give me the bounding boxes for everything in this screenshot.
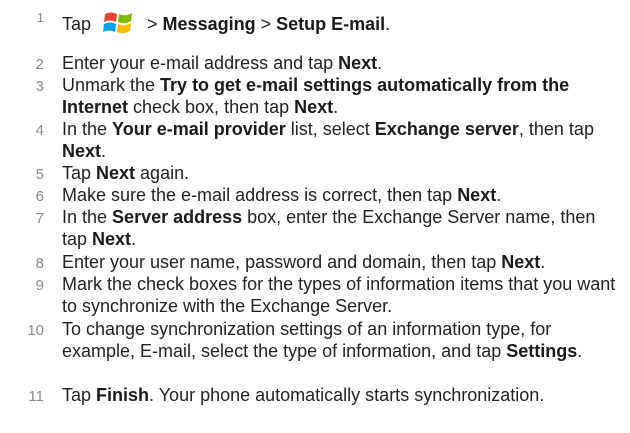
step-number: 11 bbox=[28, 388, 44, 405]
step-text-fragment: Tap bbox=[62, 163, 97, 183]
step-text: Make sure the e-mail address is correct,… bbox=[62, 184, 622, 206]
ui-term: Next bbox=[338, 53, 378, 73]
step-text-fragment: Enter your user name, password and domai… bbox=[62, 252, 502, 272]
step-text-fragment: . bbox=[577, 341, 583, 361]
step-text-fragment: . bbox=[377, 53, 383, 73]
ui-term: Server address bbox=[112, 207, 243, 227]
step-text-fragment: To change synchronization settings of an… bbox=[62, 319, 552, 361]
step-text: Enter your e-mail address and tap Next. bbox=[62, 52, 622, 74]
step-text: In the Server address box, enter the Exc… bbox=[62, 206, 622, 250]
ui-term: Next bbox=[294, 97, 334, 117]
step-text: Unmark the Try to get e-mail settings au… bbox=[62, 74, 622, 118]
ui-term: Exchange server bbox=[374, 119, 519, 139]
step-text-fragment: . bbox=[496, 185, 502, 205]
step-text-fragment: Enter your e-mail address and tap bbox=[62, 53, 339, 73]
ui-term: Next bbox=[96, 163, 136, 183]
step-text: In the Your e-mail provider list, select… bbox=[62, 118, 622, 162]
ui-term: Next bbox=[501, 252, 541, 272]
ui-term: Next bbox=[457, 185, 497, 205]
step-number: 3 bbox=[35, 78, 44, 95]
step-text-fragment: again. bbox=[135, 163, 190, 183]
step-text-fragment: . Your phone automatically starts synchr… bbox=[149, 385, 545, 405]
step-text-fragment: > bbox=[142, 14, 163, 34]
step-number: 8 bbox=[35, 255, 44, 272]
step-text-fragment: . bbox=[101, 141, 107, 161]
step-text: Tap > Messaging > Setup E-mail. bbox=[62, 10, 622, 36]
step-text-fragment: > bbox=[255, 14, 277, 34]
step-text-fragment: . bbox=[385, 14, 391, 34]
ui-term: Setup E-mail bbox=[276, 14, 386, 34]
step-text-fragment: In the bbox=[62, 119, 113, 139]
step-text: Tap Next again. bbox=[62, 162, 622, 184]
step-text-fragment: Unmark the bbox=[62, 75, 161, 95]
ui-term: Your e-mail provider bbox=[112, 119, 286, 139]
step-text: Enter your user name, password and domai… bbox=[62, 251, 622, 273]
step-number: 1 bbox=[36, 10, 44, 25]
step-number: 7 bbox=[35, 210, 44, 227]
step-number: 6 bbox=[35, 188, 44, 205]
step-number: 9 bbox=[35, 277, 44, 294]
step-number: 2 bbox=[35, 56, 44, 73]
ui-term: Next bbox=[62, 141, 102, 161]
step-number: 4 bbox=[35, 122, 44, 139]
step-text-fragment: Tap bbox=[62, 14, 97, 34]
step-text-fragment: Make sure the e-mail address is correct,… bbox=[62, 185, 458, 205]
ui-term: Finish bbox=[96, 385, 150, 405]
step-number: 10 bbox=[27, 322, 44, 339]
windows-start-icon bbox=[103, 12, 133, 34]
step-text-fragment: In the bbox=[62, 207, 113, 227]
ui-term: Settings bbox=[506, 341, 578, 361]
step-text: To change synchronization settings of an… bbox=[62, 318, 622, 362]
ui-term: Next bbox=[92, 229, 132, 249]
step-text-fragment: list, select bbox=[285, 119, 375, 139]
step-text-fragment: . bbox=[131, 229, 137, 249]
step-text-fragment: Tap bbox=[62, 385, 97, 405]
step-text-fragment: Mark the check boxes for the types of in… bbox=[62, 274, 616, 316]
step-text-fragment: . bbox=[333, 97, 339, 117]
step-number: 5 bbox=[35, 166, 44, 183]
step-text: Tap Finish. Your phone automatically sta… bbox=[62, 384, 622, 406]
step-text-fragment: check box, then tap bbox=[128, 97, 295, 117]
ui-term: Messaging bbox=[162, 14, 256, 34]
step-text: Mark the check boxes for the types of in… bbox=[62, 273, 622, 317]
step-text-fragment: , then tap bbox=[518, 119, 594, 139]
step-text-fragment: . bbox=[540, 252, 546, 272]
